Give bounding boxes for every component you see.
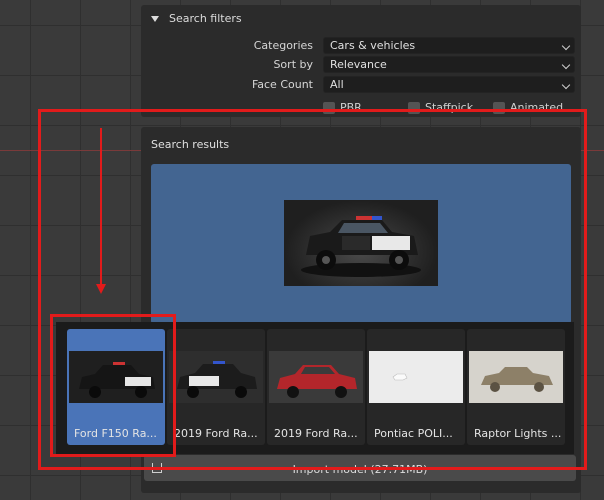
staffpick-label: Staffpick: [425, 101, 474, 114]
result-thumbnail[interactable]: 2019 Ford Ra...: [267, 329, 365, 445]
checkbox-box[interactable]: [493, 102, 505, 114]
sort-by-select[interactable]: Relevance: [323, 56, 575, 73]
pbr-label: PBR: [340, 101, 362, 114]
chevron-down-icon: [561, 80, 571, 90]
result-label: 2019 Ford Ra...: [274, 427, 358, 440]
categories-select[interactable]: Cars & vehicles: [323, 37, 575, 54]
import-model-label: Import model (27.71MB): [292, 463, 428, 476]
raptor-lights-thumb-image: [469, 351, 563, 403]
categories-value: Cars & vehicles: [330, 39, 416, 52]
red-truck-thumb-image: [269, 351, 363, 403]
result-label: Pontiac POLI...: [374, 427, 453, 440]
checkbox-box[interactable]: [408, 102, 420, 114]
sort-by-value: Relevance: [330, 58, 387, 71]
result-label: 2019 Ford Ra...: [174, 427, 258, 440]
police-truck-thumb-image: [69, 351, 163, 403]
animated-label: Animated: [510, 101, 564, 114]
police-truck-image: [301, 216, 421, 277]
search-filters-title: Search filters: [169, 12, 242, 25]
annotation-arrow-line: [100, 128, 102, 288]
police-truck-thumb-image: [169, 351, 263, 403]
result-thumbnail[interactable]: Raptor Lights ...: [467, 329, 565, 445]
filter-row-sort-by: Sort by Relevance: [141, 56, 581, 74]
filter-row-categories: Categories Cars & vehicles: [141, 37, 581, 55]
result-label: Raptor Lights ...: [474, 427, 562, 440]
filter-row-face-count: Face Count All: [141, 76, 581, 94]
result-thumbnail[interactable]: Ford F150 Ra...: [67, 329, 165, 445]
annotation-arrow-head-icon: [96, 284, 106, 294]
result-thumbnail[interactable]: Pontiac POLI...: [367, 329, 465, 445]
search-results-title: Search results: [151, 138, 230, 151]
preview-image: [284, 200, 438, 286]
search-filters-header[interactable]: Search filters: [151, 12, 242, 25]
categories-label: Categories: [253, 39, 313, 52]
sort-by-label: Sort by: [273, 58, 313, 71]
import-model-button[interactable]: Import model (27.71MB): [144, 455, 576, 481]
face-count-value: All: [330, 78, 344, 91]
results-thumbnail-strip: Ford F150 Ra... 2019 Ford Ra... 2019 For…: [56, 322, 574, 454]
collapse-triangle-icon[interactable]: [151, 16, 159, 22]
face-count-label: Face Count: [251, 78, 313, 91]
face-count-select[interactable]: All: [323, 76, 575, 93]
result-label: Ford F150 Ra...: [74, 427, 157, 440]
search-filters-panel: Search filters Categories Cars & vehicle…: [141, 5, 581, 117]
chevron-down-icon: [561, 60, 571, 70]
model-preview[interactable]: [151, 164, 571, 324]
checkbox-box[interactable]: [323, 102, 335, 114]
result-thumbnail[interactable]: 2019 Ford Ra...: [167, 329, 265, 445]
chevron-down-icon: [561, 41, 571, 51]
filter-checkboxes: PBR Staffpick Animated: [323, 101, 581, 115]
pontiac-thumb-image: [369, 351, 463, 403]
